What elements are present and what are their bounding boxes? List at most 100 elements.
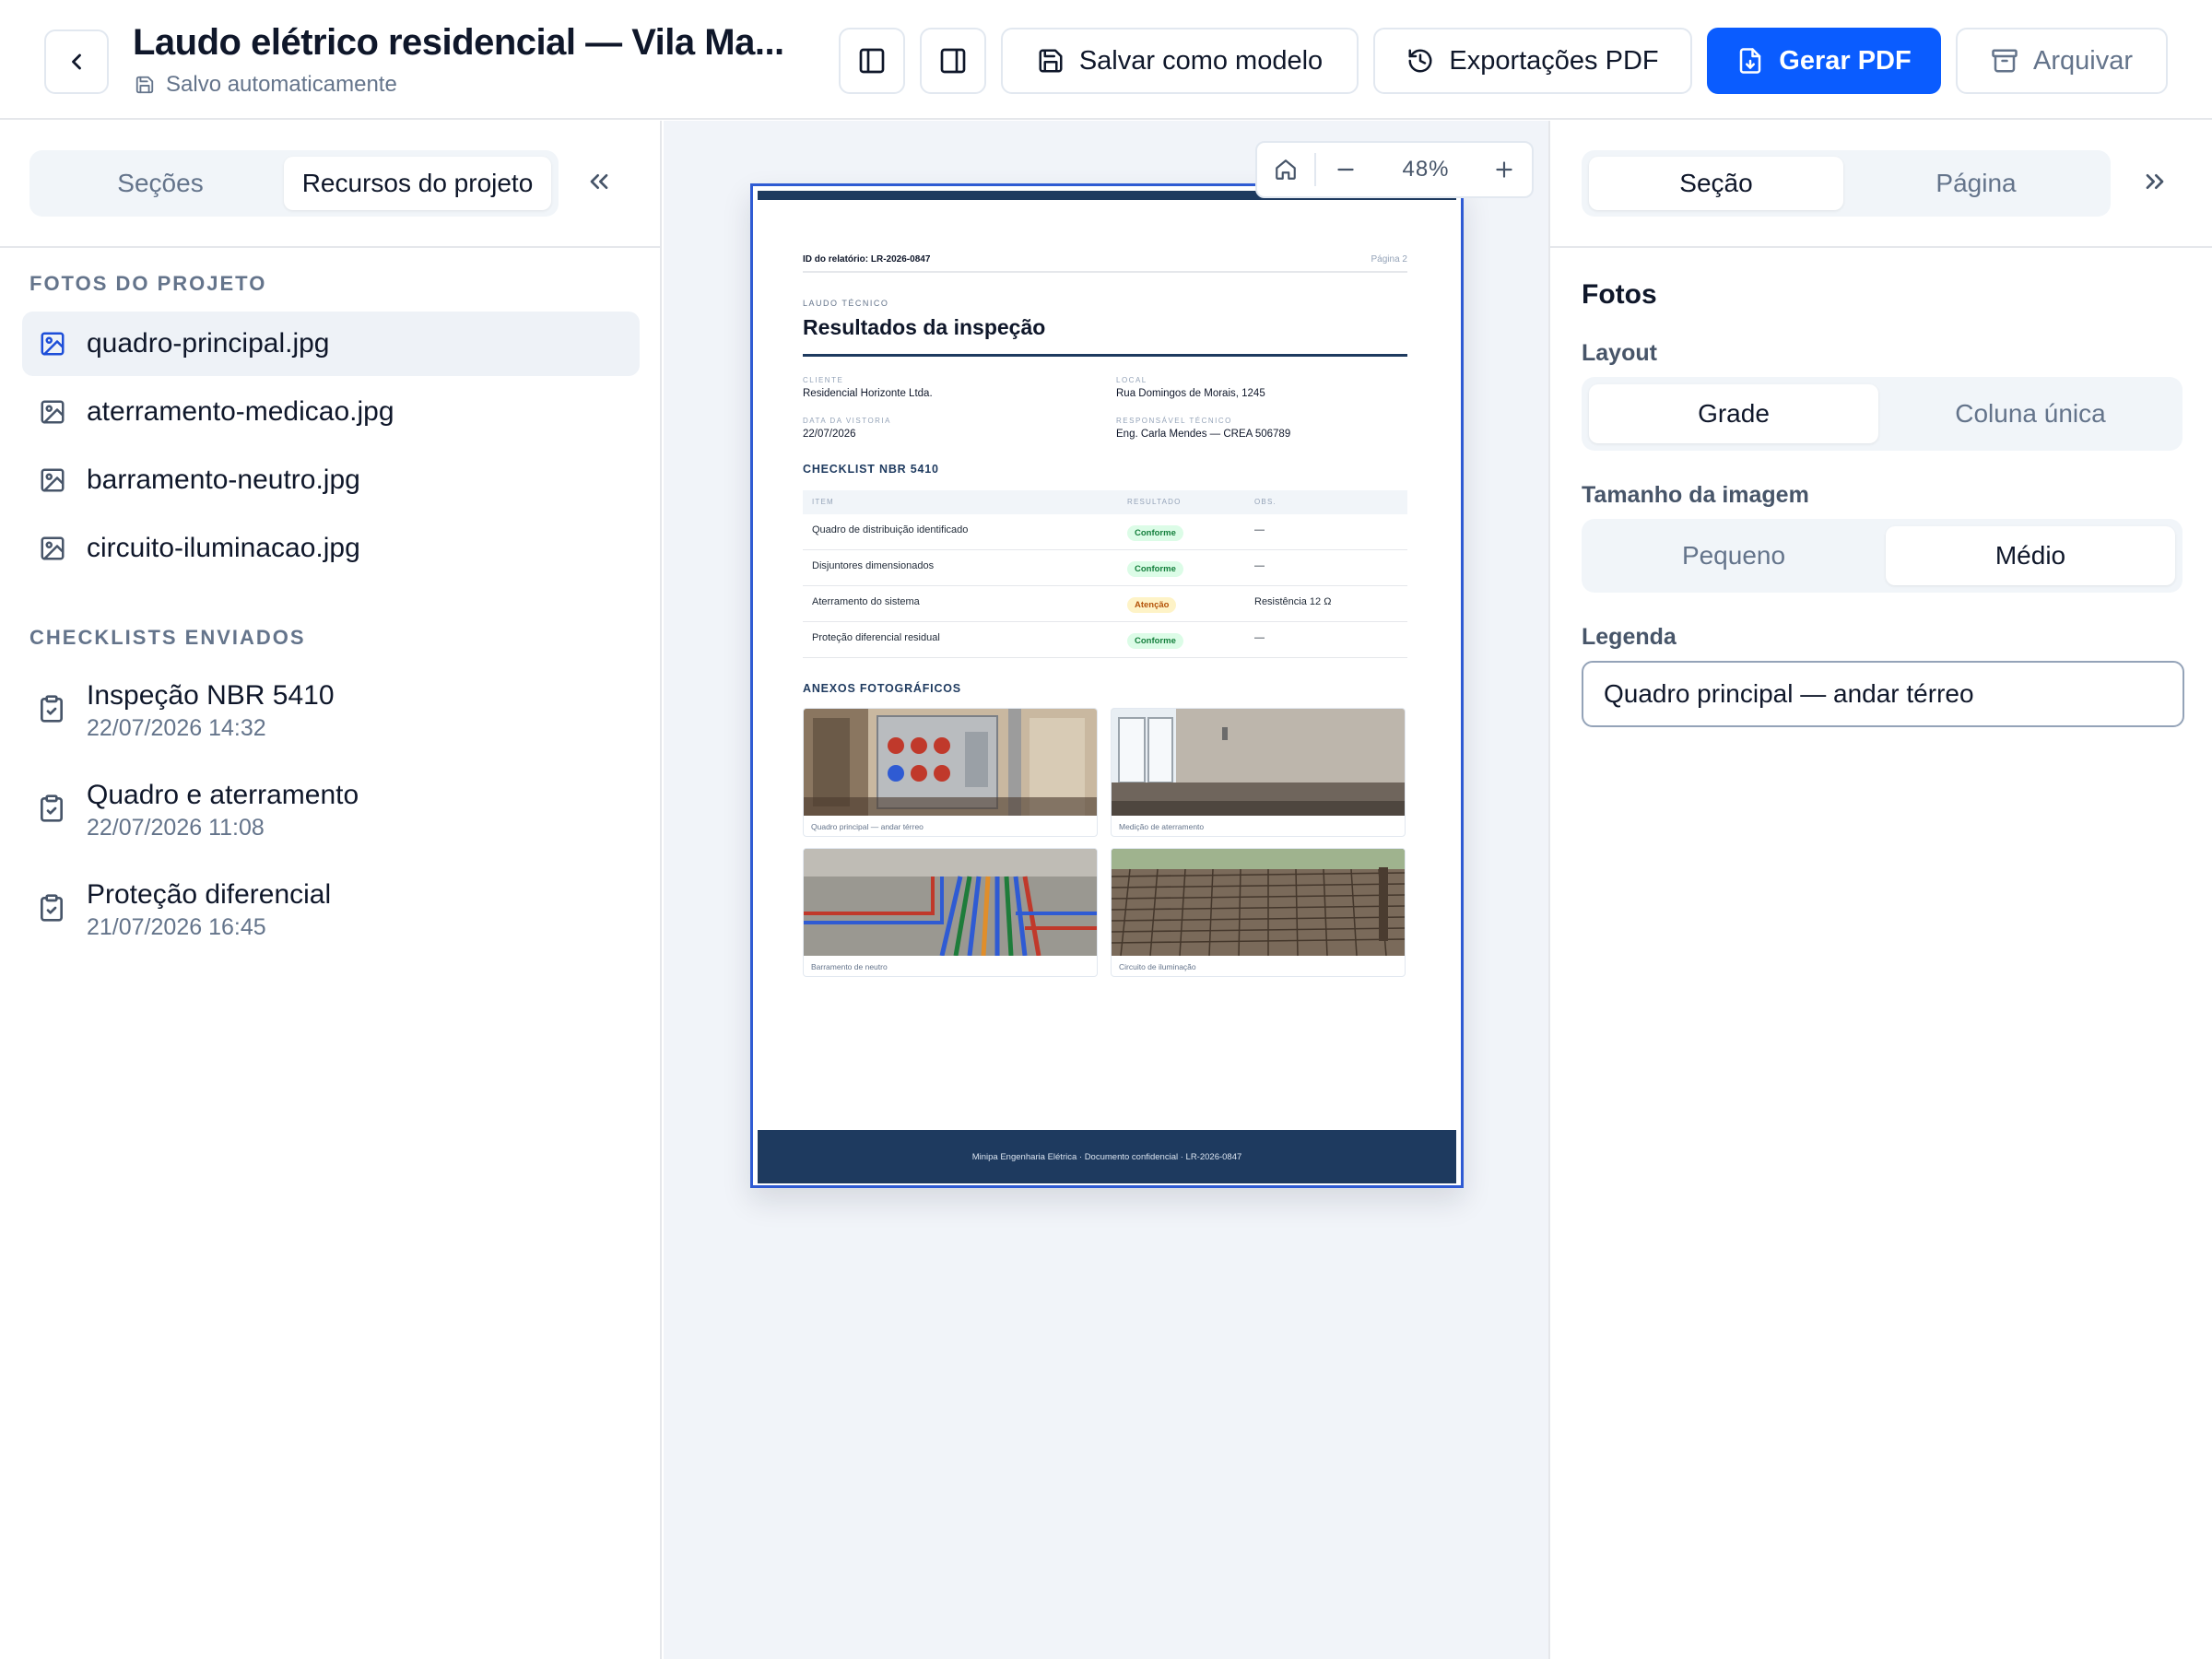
photo-circuito-iluminacao[interactable]: Circuito de iluminação: [1111, 848, 1406, 977]
table-header-cell: RESULTADO: [1127, 498, 1182, 506]
tab-section[interactable]: Seção: [1589, 157, 1843, 210]
pdf-exports-button[interactable]: Exportações PDF: [1373, 28, 1692, 94]
checklist-item[interactable]: Inspeção NBR 5410 22/07/2026 14:32: [37, 679, 636, 744]
layout-option-single-column[interactable]: Coluna única: [1886, 384, 2175, 443]
pdf-exports-label: Exportações PDF: [1449, 45, 1659, 76]
document-canvas[interactable]: ID do relatório: LR-2026-0847 Página 2 L…: [664, 121, 1548, 1659]
checklist-table: ITEM RESULTADO OBS. Quadro de distribuiç…: [803, 490, 1407, 658]
document-page[interactable]: ID do relatório: LR-2026-0847 Página 2 L…: [750, 183, 1464, 1188]
clipboard-check-icon: [41, 695, 63, 723]
photo-medicao-aterramento[interactable]: Medição de aterramento: [1111, 708, 1406, 837]
photo-item-circuito-iluminacao[interactable]: circuito-iluminacao.jpg: [22, 516, 640, 581]
checklists-section-title: CHECKLISTS ENVIADOS: [29, 626, 306, 649]
layout-label: Layout: [1582, 340, 1657, 366]
caption-input[interactable]: [1582, 661, 2184, 727]
reset-zoom-button[interactable]: [1257, 158, 1314, 182]
tab-project-resources[interactable]: Recursos do projeto: [284, 157, 551, 210]
photo-filename: barramento-neutro.jpg: [87, 465, 360, 495]
top-header: Laudo elétrico residencial — Vila Ma... …: [0, 0, 2212, 120]
photo-barramento-neutro[interactable]: Barramento de neutro: [803, 848, 1098, 977]
autosave-label: Salvo automaticamente: [166, 72, 397, 97]
doc-divider: [803, 271, 1407, 273]
caption-label: Legenda: [1582, 624, 1677, 650]
layout-option-grid[interactable]: Grade: [1589, 384, 1878, 443]
checklist-time: 22/07/2026 14:32: [87, 715, 266, 741]
doc-kicker: LAUDO TÉCNICO: [803, 299, 889, 308]
right-panel: Seção Página Fotos Layout Grade Coluna ú…: [1548, 121, 2212, 1659]
page-number: Página 2: [1371, 254, 1407, 265]
location-label: LOCAL: [1116, 376, 1147, 384]
divider: [0, 246, 660, 248]
checklist-title: Inspeção NBR 5410: [87, 680, 335, 711]
left-panel: Seções Recursos do projeto FOTOS DO PROJ…: [0, 121, 662, 1659]
table-row: Quadro de distribuição identificado Conf…: [803, 514, 1407, 550]
image-icon: [41, 536, 65, 560]
archive-label: Arquivar: [2033, 45, 2133, 76]
checklist-text: Proteção diferencial 21/07/2026 16:45: [87, 878, 331, 943]
photo-quadro-principal[interactable]: Quadro principal — andar térreo: [803, 708, 1098, 837]
photo-filename: circuito-iluminacao.jpg: [87, 533, 360, 563]
photo-image: [804, 849, 1097, 956]
zoom-level: 48%: [1402, 157, 1450, 182]
image-size-toggle: Pequeno Médio: [1582, 519, 2183, 593]
doc-heading-rule: [803, 354, 1407, 357]
checklist-time: 22/07/2026 11:08: [87, 815, 265, 841]
status-badge: Conforme: [1127, 525, 1183, 541]
back-button[interactable]: [44, 29, 109, 94]
toggle-left-panel-button[interactable]: [839, 28, 905, 94]
table-row: Disjuntores dimensionados Conforme —: [803, 550, 1407, 586]
tab-page[interactable]: Página: [1849, 157, 2103, 210]
photo-item-barramento-neutro[interactable]: barramento-neutro.jpg: [22, 448, 640, 512]
layout-toggle: Grade Coluna única: [1582, 377, 2183, 451]
table-row: Aterramento do sistema Atenção Resistênc…: [803, 586, 1407, 622]
photo-filename: aterramento-medicao.jpg: [87, 396, 394, 427]
doc-footer: Minipa Engenharia Elétrica · Documento c…: [758, 1130, 1456, 1183]
row-obs: —: [1254, 524, 1265, 535]
photos-attachments-title: ANEXOS FOTOGRÁFICOS: [803, 682, 961, 695]
photo-caption: Quadro principal — andar térreo: [811, 822, 924, 831]
plus-icon: [1496, 161, 1512, 178]
collapse-left-panel-button[interactable]: [584, 167, 614, 201]
client-label: CLIENTE: [803, 376, 844, 384]
zoom-in-button[interactable]: [1477, 158, 1532, 182]
zoom-out-button[interactable]: [1316, 158, 1375, 182]
photo-caption: Barramento de neutro: [811, 962, 888, 971]
row-item: Disjuntores dimensionados: [812, 560, 935, 571]
checklist-text: Quadro e aterramento 22/07/2026 11:08: [87, 779, 359, 843]
divider: [1550, 246, 2212, 248]
photo-item-quadro-principal[interactable]: quadro-principal.jpg: [22, 312, 640, 376]
checklist-item[interactable]: Proteção diferencial 21/07/2026 16:45: [37, 878, 636, 943]
table-row: Proteção diferencial residual Conforme —: [803, 622, 1407, 658]
checklist-section-title: CHECKLIST NBR 5410: [803, 463, 939, 476]
checklist-text: Inspeção NBR 5410 22/07/2026 14:32: [87, 679, 335, 744]
status-badge: Atenção: [1127, 597, 1177, 613]
image-size-label: Tamanho da imagem: [1582, 482, 1809, 508]
status-badge: Conforme: [1127, 633, 1183, 649]
photo-caption: Circuito de iluminação: [1119, 962, 1196, 971]
right-tabs: Seção Página: [1582, 150, 2111, 217]
photo-image: [1112, 709, 1405, 816]
row-item: Quadro de distribuição identificado: [812, 524, 969, 535]
save-template-button[interactable]: Salvar como modelo: [1001, 28, 1359, 94]
table-header-cell: ITEM: [812, 498, 834, 506]
row-obs: Resistência 12 Ω: [1254, 596, 1332, 607]
file-download-icon: [1740, 48, 1761, 74]
checklist-item[interactable]: Quadro e aterramento 22/07/2026 11:08: [37, 779, 636, 843]
chevrons-right-icon: [2146, 174, 2164, 189]
generate-pdf-label: Gerar PDF: [1779, 45, 1912, 76]
panel-right-icon: [940, 48, 966, 74]
page-title: Laudo elétrico residencial — Vila Ma...: [133, 22, 784, 63]
archive-icon: [1992, 49, 2018, 73]
size-option-medium[interactable]: Médio: [1886, 526, 2175, 585]
size-option-small[interactable]: Pequeno: [1589, 526, 1878, 585]
generate-pdf-button[interactable]: Gerar PDF: [1707, 28, 1941, 94]
table-header-cell: OBS.: [1254, 498, 1277, 506]
tab-sections[interactable]: Seções: [37, 157, 284, 210]
toggle-right-panel-button[interactable]: [920, 28, 986, 94]
collapse-right-panel-button[interactable]: [2140, 167, 2170, 201]
home-icon: [1276, 159, 1296, 180]
responsible-label: RESPONSÁVEL TÉCNICO: [1116, 417, 1232, 425]
photo-item-aterramento-medicao[interactable]: aterramento-medicao.jpg: [22, 380, 640, 444]
archive-button[interactable]: Arquivar: [1956, 28, 2168, 94]
location-value: Rua Domingos de Morais, 1245: [1116, 388, 1265, 399]
